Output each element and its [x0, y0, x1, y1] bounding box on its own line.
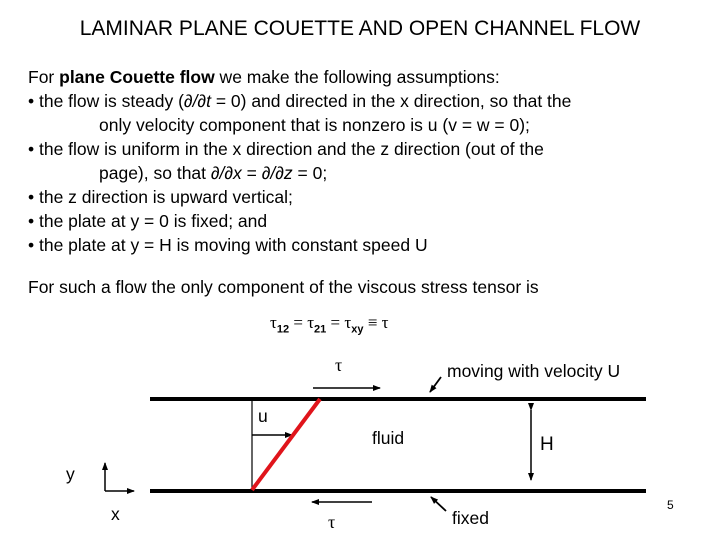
tau-bottom-label: τ	[328, 512, 336, 532]
tau-top-label: τ	[335, 355, 343, 375]
y-axis-label: y	[66, 464, 75, 484]
couette-flow-diagram	[102, 376, 646, 512]
x-axis-label: x	[111, 504, 120, 524]
fluid-label: fluid	[372, 428, 405, 448]
fixed-pointer-arrow	[430, 496, 447, 512]
moving-pointer-arrow	[429, 376, 442, 393]
u-label: u	[258, 406, 268, 426]
height-label: H	[540, 434, 554, 455]
page-number: 5	[667, 498, 674, 512]
moving-plate-label: moving with velocity U	[447, 361, 621, 381]
fixed-plate-label: fixed	[452, 508, 489, 528]
